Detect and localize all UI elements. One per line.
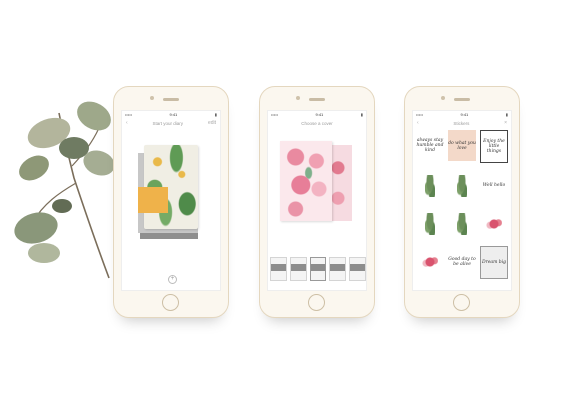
cover-thumbnail[interactable] [329, 257, 347, 281]
status-bar: ••••• 9:41 ▮ [413, 111, 511, 118]
status-time: 9:41 [460, 112, 469, 117]
nav-bar: ‹ Stickers × [413, 118, 511, 128]
nav-bar: Choose a cover [268, 118, 366, 128]
page-title: Stickers [453, 120, 470, 126]
diary-stack[interactable] [136, 141, 206, 251]
screen-choose-cover: ••••• 9:41 ▮ Choose a cover [267, 110, 367, 291]
sticker-plant[interactable] [448, 170, 476, 201]
cover-thumbnail[interactable] [289, 257, 307, 281]
cover-preview-floral[interactable] [280, 141, 332, 221]
battery-icon: ▮ [505, 112, 508, 117]
sticker-plant[interactable] [448, 208, 476, 239]
phone-mockup-choose-cover: ••••• 9:41 ▮ Choose a cover [259, 86, 375, 318]
speaker [309, 98, 325, 101]
cover-thumbnail[interactable] [270, 257, 287, 281]
signal-icon: ••••• [125, 112, 133, 117]
status-bar: ••••• 9:41 ▮ [122, 111, 220, 118]
camera [150, 96, 154, 100]
page-title: Choose a cover [301, 120, 333, 126]
speaker [163, 98, 179, 101]
home-button[interactable] [162, 294, 179, 311]
page-title: Start your diary [152, 120, 184, 126]
leaf-branch-illustration [14, 101, 115, 279]
home-button[interactable] [453, 294, 470, 311]
sticker-quote[interactable]: Dream big [480, 246, 508, 279]
sticker-quote[interactable]: do what you love [448, 130, 476, 161]
cover-thumbnail[interactable] [309, 257, 327, 281]
leaf [28, 243, 60, 263]
speaker [454, 98, 470, 101]
leaf [77, 101, 111, 131]
status-time: 9:41 [169, 112, 178, 117]
screen-stickers: ••••• 9:41 ▮ ‹ Stickers × always stay hu… [412, 110, 512, 291]
leaf [52, 199, 72, 213]
camera [296, 96, 300, 100]
home-button[interactable] [308, 294, 325, 311]
sticker-quote[interactable]: Enjoy the little things [480, 130, 508, 163]
cover-thumbnail[interactable] [349, 257, 366, 281]
sticker-grid: always stay humble and kind do what you … [416, 130, 508, 279]
nav-bar: ‹ Start your diary edit [122, 118, 220, 128]
leaf [19, 155, 49, 181]
sticker-plant[interactable] [416, 170, 444, 201]
diary-label-tab [138, 187, 168, 213]
screen-start-diary: ••••• 9:41 ▮ ‹ Start your diary edit + [121, 110, 221, 291]
branch-stem [58, 112, 110, 279]
leaf [14, 212, 58, 244]
close-icon[interactable]: × [504, 120, 507, 126]
edit-button[interactable]: edit [208, 120, 216, 126]
camera [441, 96, 445, 100]
sticker-quote[interactable]: Good day to be alive [448, 246, 476, 277]
sticker-quote[interactable]: always stay humble and kind [416, 130, 444, 161]
signal-icon: ••••• [271, 112, 279, 117]
cover-thumbnail-strip[interactable] [270, 257, 366, 281]
leaf [59, 137, 89, 159]
phone-mockup-start-diary: ••••• 9:41 ▮ ‹ Start your diary edit + [113, 86, 229, 318]
signal-icon: ••••• [416, 112, 424, 117]
battery-icon: ▮ [214, 112, 217, 117]
status-time: 9:41 [315, 112, 324, 117]
phone-mockup-stickers: ••••• 9:41 ▮ ‹ Stickers × always stay hu… [404, 86, 520, 318]
add-diary-button[interactable]: + [168, 275, 177, 284]
sticker-quote[interactable]: Well hello [480, 170, 508, 201]
battery-icon: ▮ [360, 112, 363, 117]
status-bar: ••••• 9:41 ▮ [268, 111, 366, 118]
sticker-flower[interactable] [416, 246, 444, 277]
sticker-flower[interactable] [480, 208, 508, 239]
sticker-plant[interactable] [416, 208, 444, 239]
